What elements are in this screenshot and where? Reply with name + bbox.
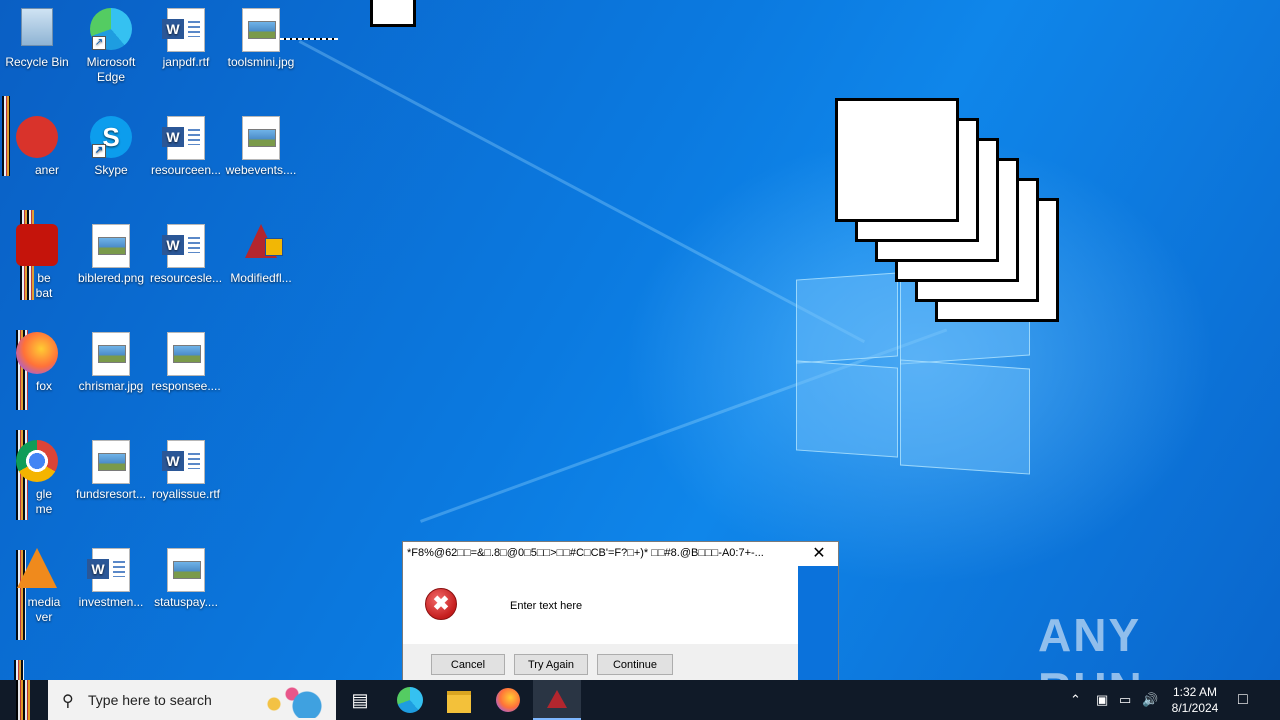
- task-view-icon[interactable]: ▤: [336, 680, 384, 720]
- desktop-icon-modifiedfl[interactable]: Modifiedfl...: [225, 216, 297, 286]
- desktop-icon-skype[interactable]: S ↗ Skype: [75, 108, 147, 178]
- desktop-icon-label: Microsoft Edge: [86, 55, 136, 84]
- ghost-window: [835, 98, 959, 222]
- desktop-icon-vlc[interactable]: media ver: [1, 540, 73, 625]
- desktop-icon-label: fundsresort...: [75, 487, 147, 501]
- desktop-icon-ccleaner[interactable]: aner: [1, 108, 73, 178]
- meet-now-icon[interactable]: ▣: [1096, 680, 1108, 720]
- acrobat-icon: [16, 224, 58, 266]
- taskbar-flask-app-icon[interactable]: [533, 680, 581, 720]
- dialog-render-gap: [798, 566, 838, 681]
- word-doc-icon: W: [162, 8, 205, 52]
- taskbar-clock[interactable]: 1:32 AM 8/1/2024: [1160, 684, 1230, 716]
- image-file-icon: [92, 332, 130, 376]
- desktop-icon-label: chrismar.jpg: [78, 379, 144, 393]
- network-icon[interactable]: ▭: [1119, 680, 1131, 720]
- desktop-icon-resourcesle[interactable]: W resourcesle...: [150, 216, 222, 286]
- dialog-message: Enter text here: [510, 600, 583, 612]
- word-doc-icon: W: [162, 440, 205, 484]
- clock-date: 8/1/2024: [1171, 701, 1219, 715]
- search-highlight-art: [262, 684, 332, 718]
- desktop-icon-label: resourcesle...: [150, 271, 223, 285]
- dialog-content: ✖ Enter text here: [403, 566, 798, 644]
- desktop-icon-label: be bat: [35, 271, 53, 300]
- clock-time: 1:32 AM: [1172, 685, 1218, 699]
- try-again-button[interactable]: Try Again: [514, 654, 588, 675]
- file-explorer-icon[interactable]: [435, 680, 483, 720]
- desktop-icon-label: gle me: [35, 487, 53, 516]
- taskbar-firefox-icon[interactable]: [484, 680, 532, 720]
- desktop-icon-chrome[interactable]: gle me: [1, 432, 73, 517]
- ccleaner-icon: [16, 116, 58, 158]
- word-doc-icon: W: [162, 116, 205, 160]
- show-hidden-icons-icon[interactable]: ⌃: [1070, 680, 1081, 720]
- search-icon: ⚲: [62, 693, 74, 710]
- desktop-icon-label: responsee....: [151, 379, 221, 393]
- image-file-icon: [167, 548, 205, 592]
- edge-icon: ↗: [90, 8, 132, 50]
- desktop-icon-chrismar[interactable]: chrismar.jpg: [75, 324, 147, 394]
- notifications-icon[interactable]: □: [1238, 680, 1248, 720]
- desktop-icon-label: fox: [35, 379, 52, 393]
- desktop-icon-responsee[interactable]: responsee....: [150, 324, 222, 394]
- image-file-icon: [167, 332, 205, 376]
- search-placeholder: Type here to search: [88, 692, 212, 708]
- word-doc-icon: W: [162, 224, 205, 268]
- desktop-icon-acrobat[interactable]: be bat: [1, 216, 73, 301]
- anyrun-watermark: ANY RUN: [1038, 609, 1142, 715]
- desktop-icon-label: webevents....: [225, 163, 297, 177]
- image-file-icon: [242, 116, 280, 160]
- desktop-icon-firefox[interactable]: fox: [1, 324, 73, 394]
- desktop-icon-recycle-bin[interactable]: Recycle Bin: [1, 0, 73, 70]
- close-icon[interactable]: ✕: [808, 544, 830, 564]
- light-beam: [298, 40, 866, 344]
- error-icon: ✖: [425, 588, 457, 620]
- recycle-bin-icon: [21, 8, 53, 46]
- desktop-icon-statuspay[interactable]: statuspay....: [150, 540, 222, 610]
- desktop-icon-label: media ver: [27, 595, 61, 624]
- desktop-icon-webevents[interactable]: webevents....: [225, 108, 297, 178]
- taskbar: ⚲ Type here to search ▤ ⌃ ▣ ▭ 🔊 1:32 AM …: [0, 680, 1280, 720]
- desktop-icon-label: investmen...: [78, 595, 144, 609]
- dialog-titlebar[interactable]: *F8%@62□□=&□.8□@0□5□□>□□#C□CB'=F?□+)* □□…: [403, 542, 838, 566]
- desktop-icon-biblered[interactable]: biblered.png: [75, 216, 147, 286]
- desktop-icon-toolsmini[interactable]: toolsmini.jpg: [225, 0, 297, 70]
- error-dialog: *F8%@62□□=&□.8□@0□5□□>□□#C□CB'=F?□+)* □□…: [402, 541, 839, 682]
- desktop-icon-investmen[interactable]: W investmen...: [75, 540, 147, 610]
- start-button[interactable]: [0, 680, 48, 720]
- desktop-icon-resourceen[interactable]: W resourceen...: [150, 108, 222, 178]
- desktop-icon-fundsresort[interactable]: fundsresort...: [75, 432, 147, 502]
- word-doc-icon: W: [87, 548, 130, 592]
- desktop-icon-edge[interactable]: ↗ Microsoft Edge: [75, 0, 147, 85]
- desktop-icon-label: royalissue.rtf: [151, 487, 221, 501]
- desktop-icon-royalissue[interactable]: W royalissue.rtf: [150, 432, 222, 502]
- desktop-icon-label: janpdf.rtf: [162, 55, 210, 69]
- desktop-icon-label: Modifiedfl...: [230, 271, 292, 285]
- firefox-icon: [16, 332, 58, 374]
- taskbar-edge-icon[interactable]: [386, 680, 434, 720]
- desktop-icon-janpdf[interactable]: W janpdf.rtf: [150, 0, 222, 70]
- volume-icon[interactable]: 🔊: [1142, 680, 1158, 720]
- desktop-icon-label: Skype: [94, 163, 128, 177]
- desktop-icon-label: resourceen...: [150, 163, 222, 177]
- desktop-icon-label: Recycle Bin: [5, 55, 69, 69]
- continue-button[interactable]: Continue: [597, 654, 673, 675]
- desktop-icon-label: statuspay....: [154, 595, 218, 609]
- cancel-button[interactable]: Cancel: [431, 654, 505, 675]
- taskbar-search-box[interactable]: ⚲ Type here to search: [48, 680, 336, 720]
- skype-icon: S ↗: [90, 116, 132, 158]
- desktop-icon-label: biblered.png: [77, 271, 145, 285]
- glitch-artifact: [370, 0, 416, 27]
- image-file-icon: [92, 224, 130, 268]
- vlc-icon: [17, 548, 57, 588]
- image-file-icon: [242, 8, 280, 52]
- dialog-title: *F8%@62□□=&□.8□@0□5□□>□□#C□CB'=F?□+)* □□…: [407, 547, 764, 559]
- desktop-icon-label: aner: [34, 163, 60, 177]
- glitch-artifact: [16, 680, 30, 720]
- image-file-icon: [92, 440, 130, 484]
- desktop-icon-label: toolsmini.jpg: [227, 55, 295, 69]
- chrome-icon: [16, 440, 58, 482]
- flask-icon: [245, 224, 283, 258]
